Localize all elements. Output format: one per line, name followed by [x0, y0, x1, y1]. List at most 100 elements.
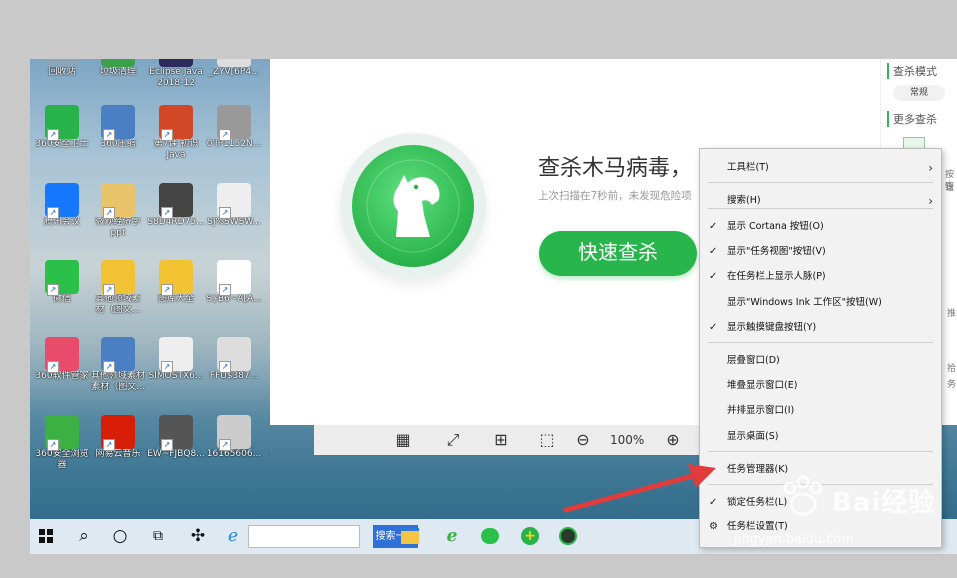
- desktop-icon-image: ↗: [217, 260, 251, 296]
- desktop-icon[interactable]: ↗ SIMOSTX6...: [144, 337, 208, 382]
- quick-scan-button[interactable]: 快速查杀: [539, 231, 697, 276]
- desktop-icon[interactable]: ↗ S8D4RD75...: [144, 183, 208, 228]
- desktop-icon-label: 360安全浏览: [35, 449, 89, 459]
- desktop-icon[interactable]: 回收站: [30, 59, 94, 78]
- desktop-icon[interactable]: ↗ 图库大全: [144, 260, 208, 305]
- pinwheel-icon[interactable]: ✣: [186, 519, 210, 554]
- windows-start-icon[interactable]: [34, 519, 58, 554]
- task-view-icon[interactable]: ⧉: [146, 519, 170, 554]
- zoom-level: 100%: [610, 433, 645, 447]
- taskbar-search-input[interactable]: [248, 525, 360, 548]
- actual-size-icon[interactable]: ⊞: [490, 429, 512, 451]
- desktop-icon-image: ↗: [217, 415, 251, 451]
- 360-browser-icon[interactable]: ℯ: [440, 519, 464, 554]
- desktop-icon-image: ↗: [159, 415, 193, 451]
- desktop-icon[interactable]: ↗ 其他领域素材 素材（图文...: [86, 337, 150, 393]
- menu-item-label: 在任务栏上显示人脉(P): [727, 271, 826, 282]
- desktop-icon[interactable]: ↗ 0'IP1152N...: [202, 105, 266, 150]
- desktop-icon[interactable]: ↗ SJ%SWSW...: [202, 183, 266, 228]
- menu-item-label: 显示"Windows Ink 工作区"按钮(W): [727, 297, 882, 308]
- desktop-icon[interactable]: ↗ 第7课 初识 Java: [144, 105, 208, 161]
- chevron-right-icon: ›: [928, 194, 933, 208]
- watermark-brand: Bai经验: [832, 488, 936, 518]
- ie-browser-icon[interactable]: ℯ: [222, 519, 244, 554]
- gear-icon: ⚙: [709, 521, 718, 532]
- menu-item[interactable]: ✓ 显示"任务视图"按钮(V): [700, 241, 941, 263]
- desktop-icon-image: ↗: [45, 183, 79, 219]
- cortana-icon[interactable]: ○: [108, 519, 132, 554]
- menu-item-label: 堆叠显示窗口(E): [727, 380, 798, 391]
- desktop-icon-label: 其他领域素材: [90, 371, 145, 381]
- menu-item[interactable]: ✓ 显示触摸键盘按钮(Y): [700, 317, 941, 339]
- desktop-icon-label: _ZYV[6P4...: [208, 67, 260, 77]
- desktop-icon-label: 素材（图文...: [91, 382, 145, 392]
- desktop-icon[interactable]: ↗ 其他领域素 材（图文...: [86, 260, 150, 316]
- desktop-icon-image: ↗: [159, 260, 193, 296]
- fit-screen-icon[interactable]: ⤢: [442, 429, 464, 451]
- search-icon[interactable]: ⌕: [72, 519, 96, 554]
- wechat-icon[interactable]: [478, 519, 502, 554]
- zoom-in-icon[interactable]: ⊕: [662, 429, 684, 451]
- checkmark-icon: ✓: [709, 246, 718, 257]
- grid-icon[interactable]: ▦: [392, 429, 414, 451]
- desktop-icon-image: [217, 59, 251, 67]
- desktop-icon[interactable]: ↗ 360安全卫士: [30, 105, 94, 150]
- desktop-icon[interactable]: ↗ 360安全浏览器: [30, 415, 94, 471]
- scan-mode-select[interactable]: 常规: [893, 85, 945, 101]
- desktop-icon-label: 微观经济学: [95, 217, 141, 227]
- desktop-icon-image: ↗: [101, 337, 135, 373]
- desktop-icon[interactable]: ↗ FFU$387...: [202, 337, 266, 382]
- more-scan-header: 更多查杀: [887, 111, 937, 127]
- menu-item[interactable]: 显示"Windows Ink 工作区"按钮(W): [700, 292, 941, 314]
- desktop-icon[interactable]: 垃圾清理: [86, 59, 150, 78]
- desktop-icon-label: SJ%SWSW...: [207, 217, 261, 227]
- file-explorer-icon[interactable]: [398, 519, 422, 554]
- 360-antivirus-icon[interactable]: [556, 519, 580, 554]
- 360-safe-icon[interactable]: +: [518, 519, 542, 554]
- shortcut-arrow-icon: ↗: [47, 129, 59, 141]
- menu-item[interactable]: 搜索(H) ›: [700, 190, 941, 212]
- menu-item-label: 显示触摸键盘按钮(Y): [727, 322, 817, 333]
- shortcut-arrow-icon: ↗: [47, 284, 59, 296]
- desktop-icon[interactable]: ↗ S}B6~A[A...: [202, 260, 266, 305]
- desktop-icon[interactable]: ↗ 微信: [30, 260, 94, 305]
- crop-icon[interactable]: ⬚: [536, 429, 558, 451]
- desktop-icon-label: 微信: [52, 294, 71, 304]
- menu-separator: [708, 342, 933, 343]
- menu-item[interactable]: 并排显示窗口(I): [700, 400, 941, 422]
- desktop-icon-image: ↗: [101, 415, 135, 451]
- menu-item-label: 显示"任务视图"按钮(V): [727, 246, 826, 257]
- desktop-icon[interactable]: ↗ 360压缩: [86, 105, 150, 150]
- desktop-icon[interactable]: ↗ 腾讯会议: [30, 183, 94, 228]
- menu-item[interactable]: 工具栏(T) ›: [700, 157, 941, 179]
- checkmark-icon: ✓: [709, 322, 718, 333]
- desktop-icon[interactable]: ↗ 16165606...: [202, 415, 266, 460]
- desktop-icon-image: ↗: [101, 105, 135, 141]
- shortcut-arrow-icon: ↗: [219, 207, 231, 219]
- paw-icon: [783, 475, 823, 516]
- desktop-icon-label: FFU$387...: [209, 371, 259, 381]
- desktop-icon[interactable]: ↗ 微观经济学 ppt: [86, 183, 150, 239]
- desktop-icon-image: ↗: [45, 337, 79, 373]
- menu-item[interactable]: 堆叠显示窗口(E): [700, 375, 941, 397]
- desktop-icon[interactable]: ↗ EW~FJBQ8...: [144, 415, 208, 460]
- desktop-icon-label: ppt: [110, 228, 126, 238]
- shortcut-arrow-icon: ↗: [47, 361, 59, 373]
- menu-item[interactable]: ✓ 显示 Cortana 按钮(O): [700, 216, 941, 238]
- desktop-icon[interactable]: ↗XN3NJCS...: [262, 415, 271, 460]
- zoom-out-icon[interactable]: ⊖: [572, 429, 594, 451]
- shortcut-arrow-icon: ↗: [161, 207, 173, 219]
- desktop-icon[interactable]: _ZYV[6P4...: [202, 59, 266, 78]
- desktop-icon[interactable]: Eclipse Java 2018-12: [144, 59, 208, 89]
- menu-item[interactable]: 显示桌面(S): [700, 426, 941, 448]
- desktop-icon[interactable]: ↗ 360软件管家: [30, 337, 94, 382]
- desktop-icon-label: 16165606...: [206, 449, 262, 459]
- desktop-icon-label: Java: [166, 150, 186, 160]
- menu-item[interactable]: 层叠窗口(D): [700, 350, 941, 372]
- image-viewer-toolbar: ▦ ⤢ ⊞ ⬚ ⊖ 100% ⊕: [314, 425, 700, 455]
- desktop-icon-image: ↗: [101, 183, 135, 219]
- sidebar-partial-text: 务: [947, 380, 957, 390]
- desktop-icon[interactable]: ↗ 网易云音乐: [86, 415, 150, 460]
- desktop-icon-label: Eclipse Java: [149, 67, 203, 77]
- menu-item[interactable]: ✓ 在任务栏上显示人脉(P): [700, 266, 941, 288]
